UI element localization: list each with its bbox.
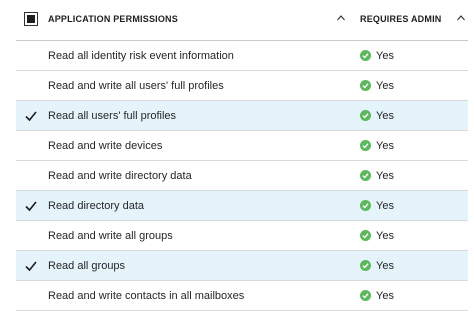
- requires-admin-value: Yes: [376, 289, 394, 302]
- requires-admin-cell: Yes: [360, 200, 394, 212]
- permission-name: Read and write directory data: [48, 169, 192, 182]
- table-row[interactable]: Read and write all users' full profiles Y…: [16, 71, 468, 101]
- chevron-up-icon[interactable]: [336, 13, 346, 23]
- requires-admin-value: Yes: [376, 169, 394, 182]
- table-header: APPLICATION PERMISSIONS REQUIRES ADMIN: [16, 0, 468, 41]
- requires-admin-cell: Yes: [360, 290, 394, 302]
- success-check-icon: [360, 230, 371, 241]
- checkmark-icon: [25, 260, 37, 271]
- permission-name: Read and write all users' full profiles: [48, 79, 224, 92]
- requires-admin-value: Yes: [376, 229, 394, 242]
- requires-admin-cell: Yes: [360, 170, 394, 182]
- success-check-icon: [360, 290, 371, 301]
- row-checkbox[interactable]: [24, 169, 38, 183]
- success-check-icon: [360, 170, 371, 181]
- requires-admin-cell: Yes: [360, 260, 394, 272]
- success-check-icon: [360, 80, 371, 91]
- table-row[interactable]: Read directory data Yes: [16, 191, 468, 221]
- success-check-icon: [360, 50, 371, 61]
- column-header-requires-admin[interactable]: REQUIRES ADMIN: [360, 14, 441, 24]
- permission-name: Read and write all groups: [48, 229, 173, 242]
- requires-admin-value: Yes: [376, 109, 394, 122]
- requires-admin-value: Yes: [376, 49, 394, 62]
- requires-admin-cell: Yes: [360, 110, 394, 122]
- requires-admin-value: Yes: [376, 139, 394, 152]
- requires-admin-cell: Yes: [360, 50, 394, 62]
- row-checkbox[interactable]: [24, 289, 38, 303]
- row-checkbox[interactable]: [24, 229, 38, 243]
- permission-name: Read all groups: [48, 259, 126, 272]
- table-row[interactable]: Read all identity risk event information…: [16, 41, 468, 71]
- requires-admin-cell: Yes: [360, 230, 394, 242]
- requires-admin-value: Yes: [376, 259, 394, 272]
- success-check-icon: [360, 110, 371, 121]
- table-row[interactable]: Read and write contacts in all mailboxes…: [16, 281, 468, 311]
- requires-admin-cell: Yes: [360, 140, 394, 152]
- requires-admin-value: Yes: [376, 199, 394, 212]
- partial-selection-indicator: [27, 15, 35, 23]
- permission-name: Read and write contacts in all mailboxes: [48, 289, 245, 302]
- permission-name: Read all users' full profiles: [48, 109, 177, 122]
- permission-name: Read and write devices: [48, 139, 163, 152]
- table-row[interactable]: Read and write devices Yes: [16, 131, 468, 161]
- permission-name: Read directory data: [48, 199, 144, 212]
- checkmark-icon: [25, 110, 37, 121]
- table-row[interactable]: Read and write directory data Yes: [16, 161, 468, 191]
- success-check-icon: [360, 200, 371, 211]
- table-row[interactable]: Read all groups Yes: [16, 251, 468, 281]
- success-check-icon: [360, 260, 371, 271]
- permission-name: Read all identity risk event information: [48, 49, 234, 62]
- table-row[interactable]: Read and write all groups Yes: [16, 221, 468, 251]
- success-check-icon: [360, 140, 371, 151]
- row-checkbox[interactable]: [24, 109, 38, 123]
- table-row[interactable]: Read all users' full profiles Yes: [16, 101, 468, 131]
- select-all-checkbox[interactable]: [24, 12, 38, 26]
- column-header-permissions[interactable]: APPLICATION PERMISSIONS: [48, 14, 178, 24]
- requires-admin-value: Yes: [376, 79, 394, 92]
- row-checkbox[interactable]: [24, 259, 38, 273]
- checkmark-icon: [25, 200, 37, 211]
- requires-admin-cell: Yes: [360, 80, 394, 92]
- table-body: Read all identity risk event information…: [16, 41, 468, 311]
- row-checkbox[interactable]: [24, 139, 38, 153]
- permissions-table: APPLICATION PERMISSIONS REQUIRES ADMIN R…: [16, 0, 468, 311]
- chevron-up-icon[interactable]: [456, 13, 466, 23]
- row-checkbox[interactable]: [24, 199, 38, 213]
- row-checkbox[interactable]: [24, 49, 38, 63]
- row-checkbox[interactable]: [24, 79, 38, 93]
